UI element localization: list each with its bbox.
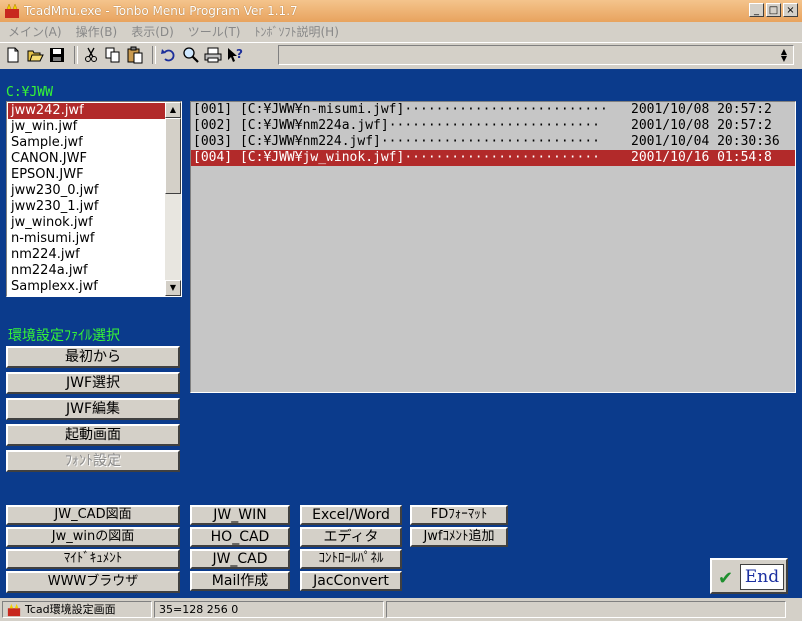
context-help-icon[interactable]: ?: [226, 46, 244, 64]
status-pane-right: [386, 601, 786, 618]
current-path-label: C:¥JWW: [6, 85, 53, 100]
title-bar[interactable]: TcadMnu.exe - Tonbo Menu Program Ver 1.1…: [0, 0, 802, 22]
control-panel-button[interactable]: ｺﾝﾄﾛｰﾙﾊﾟﾈﾙ: [300, 549, 402, 569]
end-button[interactable]: ✔ End: [710, 558, 788, 594]
jwf-file-list[interactable]: jww242.jwf jw_win.jwf Sample.jwf CANON.J…: [6, 101, 182, 297]
status-color-value: 35=128 256 0: [154, 601, 384, 618]
svg-text:?: ?: [236, 47, 243, 61]
history-entry: [003] [C:¥JWW¥nm224.jwf]················…: [193, 134, 601, 149]
list-item[interactable]: nm224.jwf: [8, 247, 166, 263]
list-item[interactable]: CANON.JWF: [8, 151, 166, 167]
list-item[interactable]: Samplexx.jwf: [8, 279, 166, 295]
checkmark-icon: ✔: [718, 568, 734, 589]
font-settings-button[interactable]: ﾌｫﾝﾄ設定: [6, 450, 180, 472]
table-row[interactable]: [002] [C:¥JWW¥nm224a.jwf]···············…: [191, 118, 795, 134]
toolbar-separator: [152, 46, 156, 64]
history-date: 2001/10/08 20:57:2: [631, 118, 772, 133]
editor-button[interactable]: エディタ: [300, 527, 402, 547]
env-settings-label: 環境設定ﾌｧｲﾙ選択: [8, 328, 120, 344]
table-row[interactable]: [003] [C:¥JWW¥nm224.jwf]················…: [191, 134, 795, 150]
menu-tools[interactable]: ツール(T): [180, 23, 247, 40]
table-row[interactable]: [004] [C:¥JWW¥jw_winok.jwf]·············…: [191, 150, 795, 166]
my-documents-button[interactable]: ﾏｲﾄﾞｷｭﾒﾝﾄ: [6, 549, 180, 569]
list-item[interactable]: jw_win.jwf: [8, 119, 166, 135]
startup-screen-button[interactable]: 起動画面: [6, 424, 180, 446]
history-entry: [004] [C:¥JWW¥jw_winok.jwf]·············…: [193, 150, 601, 165]
edit-jwf-button[interactable]: JWF編集: [6, 398, 180, 420]
jwwin-drawings-button[interactable]: Jw_winの図面: [6, 527, 180, 547]
spin-icon[interactable]: ▲ ▼: [777, 48, 791, 63]
open-folder-icon[interactable]: [26, 46, 44, 64]
status-text: Tcad環境設定画面: [25, 603, 116, 616]
menu-view[interactable]: 表示(D): [123, 23, 180, 40]
list-item[interactable]: jww242.jwf: [8, 103, 166, 119]
new-file-icon[interactable]: [4, 46, 22, 64]
save-icon[interactable]: [48, 46, 66, 64]
status-bar: Tcad環境設定画面 35=128 256 0: [0, 598, 802, 621]
excel-word-button[interactable]: Excel/Word: [300, 505, 402, 525]
menu-bar: メイン(A) 操作(B) 表示(D) ツール(T) ﾄﾝﾎﾞｿﾌﾄ説明(H): [0, 22, 802, 41]
select-jwf-button[interactable]: JWF選択: [6, 372, 180, 394]
history-date: 2001/10/04 20:30:36: [631, 134, 780, 149]
fd-format-button[interactable]: FDﾌｫｰﾏｯﾄ: [410, 505, 508, 525]
maximize-button[interactable]: □: [766, 3, 781, 17]
toolbar: ? ▲ ▼: [0, 42, 802, 70]
list-item[interactable]: jw_winok.jwf: [8, 215, 166, 231]
list-item[interactable]: jww230_0.jwf: [8, 183, 166, 199]
launch-jwwin-button[interactable]: JW_WIN: [190, 505, 290, 525]
jwcad-drawings-button[interactable]: JW_CAD図面: [6, 505, 180, 525]
window-title: TcadMnu.exe - Tonbo Menu Program Ver 1.1…: [24, 4, 298, 18]
minimize-button[interactable]: _: [749, 3, 764, 17]
menu-help[interactable]: ﾄﾝﾎﾞｿﾌﾄ説明(H): [247, 23, 345, 40]
scroll-thumb[interactable]: [165, 118, 181, 194]
toolbar-separator: [74, 46, 78, 64]
start-over-button[interactable]: 最初から: [6, 346, 180, 368]
list-item[interactable]: n-misumi.jwf: [8, 231, 166, 247]
list-item[interactable]: EPSON.JWF: [8, 167, 166, 183]
file-list-scrollbar[interactable]: ▲ ▼: [165, 102, 181, 296]
menu-operation[interactable]: 操作(B): [68, 23, 124, 40]
www-browser-button[interactable]: WWWブラウザ: [6, 571, 180, 593]
copy-icon[interactable]: [104, 46, 122, 64]
add-jwf-comment-button[interactable]: Jwfｺﾒﾝﾄ追加: [410, 527, 508, 547]
scroll-up-icon[interactable]: ▲: [165, 102, 181, 118]
list-item[interactable]: Sample.jwf: [8, 135, 166, 151]
end-button-label: End: [740, 564, 784, 590]
paste-icon[interactable]: [126, 46, 144, 64]
app-icon: [5, 3, 19, 18]
toolbar-combo-field[interactable]: ▲ ▼: [278, 45, 794, 65]
print-icon[interactable]: [204, 46, 222, 64]
status-pane-left: Tcad環境設定画面: [2, 601, 152, 618]
main-panel: C:¥JWW jww242.jwf jw_win.jwf Sample.jwf …: [0, 69, 802, 598]
history-date: 2001/10/08 20:57:2: [631, 102, 772, 117]
history-list[interactable]: [001] [C:¥JWW¥n-misumi.jwf]·············…: [190, 101, 796, 393]
menu-main[interactable]: メイン(A): [0, 23, 68, 40]
history-entry: [002] [C:¥JWW¥nm224a.jwf]···············…: [193, 118, 601, 133]
scroll-down-icon[interactable]: ▼: [165, 280, 181, 296]
app-icon: [7, 603, 21, 617]
close-button[interactable]: ×: [783, 3, 798, 17]
find-icon[interactable]: [182, 46, 200, 64]
app-window: TcadMnu.exe - Tonbo Menu Program Ver 1.1…: [0, 0, 802, 621]
undo-icon[interactable]: [160, 46, 178, 64]
list-item[interactable]: nm224a.jwf: [8, 263, 166, 279]
launch-hocad-button[interactable]: HO_CAD: [190, 527, 290, 547]
history-date: 2001/10/16 01:54:8: [631, 150, 772, 165]
launch-jwcad-button[interactable]: JW_CAD: [190, 549, 290, 569]
compose-mail-button[interactable]: Mail作成: [190, 571, 290, 591]
cut-icon[interactable]: [82, 46, 100, 64]
table-row[interactable]: [001] [C:¥JWW¥n-misumi.jwf]·············…: [191, 102, 795, 118]
list-item[interactable]: jww230_1.jwf: [8, 199, 166, 215]
jacconvert-button[interactable]: JacConvert: [300, 571, 402, 591]
history-entry: [001] [C:¥JWW¥n-misumi.jwf]·············…: [193, 102, 608, 117]
